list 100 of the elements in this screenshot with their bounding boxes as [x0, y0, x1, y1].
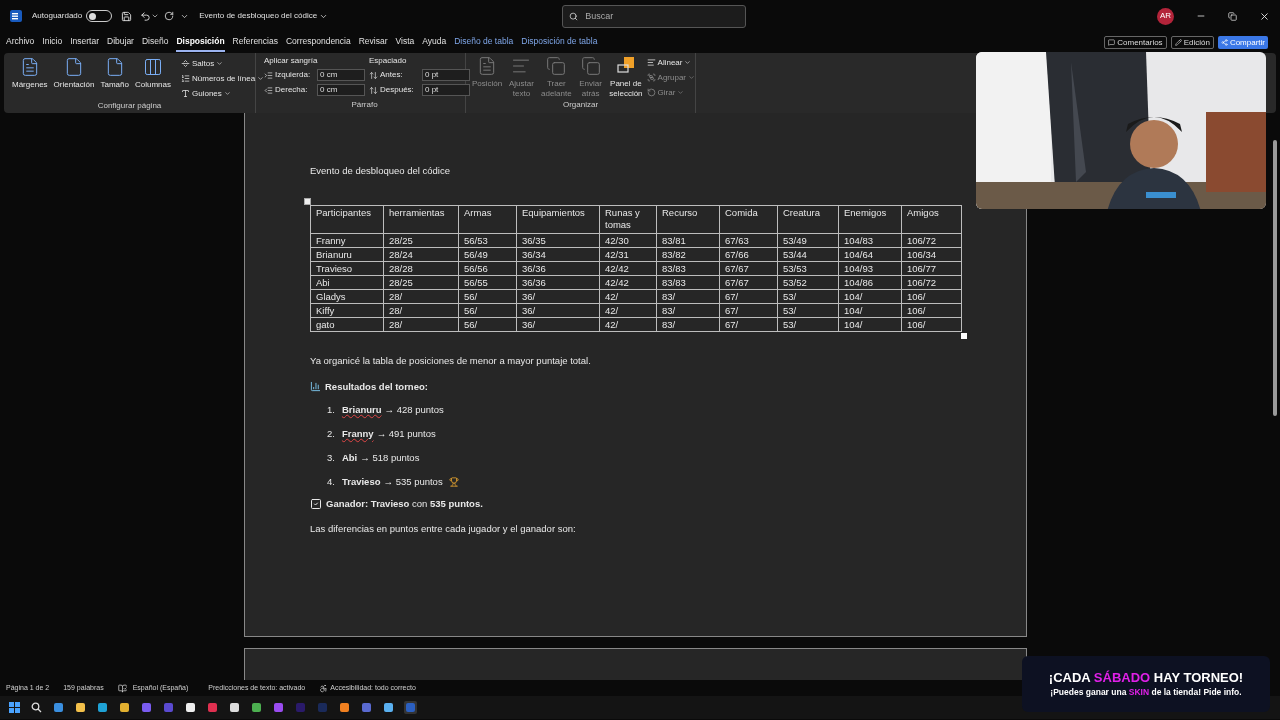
- table-cell: 56/: [458, 303, 517, 318]
- winner-line: Ganador: Travieso con 535 puntos.: [326, 496, 483, 511]
- table-cell: 104/83: [838, 233, 902, 248]
- paragraph: Las diferencias en puntos entre cada jugador y el ganador son:: [310, 522, 577, 536]
- field-label: Antes:: [380, 69, 404, 81]
- close-icon[interactable]: [1259, 10, 1270, 22]
- ribbon-button[interactable]: Alinear: [646, 56, 695, 69]
- scrollbar-thumb[interactable]: [1273, 140, 1277, 416]
- indent-icon: [264, 70, 273, 80]
- table-cell: Franny: [310, 233, 384, 248]
- ribbon-tab[interactable]: Vista: [395, 33, 415, 52]
- table-move-handle[interactable]: [304, 198, 311, 206]
- user-avatar[interactable]: AR: [1157, 7, 1174, 25]
- table-cell: 36/36: [516, 261, 600, 276]
- table-cell: 106/: [901, 303, 962, 318]
- table-cell: 28/25: [383, 233, 459, 248]
- caret-icon: [223, 90, 231, 97]
- table-cell: 36/: [516, 317, 600, 332]
- caret-icon: [216, 60, 224, 67]
- indent-icon: [369, 85, 378, 95]
- taskbar-app-icon[interactable]: [96, 701, 109, 714]
- restore-icon[interactable]: [1228, 11, 1237, 21]
- column-header: Runas y tomas: [599, 205, 657, 234]
- ribbon-tab[interactable]: Disposición de tabla: [521, 33, 598, 52]
- taskbar-app-icon[interactable]: [338, 701, 351, 714]
- ribbon-icon: [646, 58, 656, 67]
- ribbon-tab[interactable]: Disposición: [176, 33, 225, 52]
- table-cell: 104/: [838, 289, 902, 304]
- table-cell: 104/64: [838, 247, 902, 262]
- caret-icon: [257, 75, 265, 82]
- taskbar-app-icon[interactable]: [382, 701, 395, 714]
- table-cell: 56/: [458, 289, 517, 304]
- ribbon-icon: [181, 74, 190, 83]
- table-cell: 42/: [599, 289, 657, 304]
- column-header: herramientas: [383, 205, 459, 234]
- proofing-icon[interactable]: [117, 683, 127, 693]
- spin-field[interactable]: 0 pt: [422, 69, 470, 81]
- ribbon-button[interactable]: Números de línea: [181, 72, 265, 85]
- ribbon-tab[interactable]: Revisar: [358, 33, 388, 52]
- ribbon-button[interactable]: Márgenes: [12, 57, 48, 90]
- ribbon-tab[interactable]: Diseño de tabla: [454, 33, 514, 52]
- ribbon-tab[interactable]: Inicio: [42, 33, 63, 52]
- start-icon[interactable]: [8, 701, 21, 714]
- column-header: Recurso: [656, 205, 720, 234]
- table-cell: 56/56: [458, 261, 517, 276]
- taskbar-app-icon[interactable]: [228, 701, 241, 714]
- spin-field[interactable]: 0 cm: [317, 69, 365, 81]
- table-cell: 53/44: [777, 247, 839, 262]
- table-resize-handle[interactable]: [961, 333, 967, 340]
- document-title[interactable]: Evento de desbloqueo del códice: [199, 10, 329, 22]
- ribbon-button[interactable]: Columnas: [134, 57, 171, 90]
- ribbon-button[interactable]: Guiones: [181, 87, 265, 100]
- table-cell: 83/: [656, 303, 720, 318]
- table-cell: 36/36: [516, 275, 600, 290]
- column-header: Enemigos: [838, 205, 902, 234]
- field-label: Derecha:: [275, 84, 309, 96]
- ribbon-button[interactable]: Saltos: [181, 57, 265, 70]
- table-cell: 42/30: [599, 233, 657, 248]
- spin-field[interactable]: 0 cm: [317, 84, 365, 96]
- taskbar-app-icon[interactable]: [250, 701, 263, 714]
- taskbar-app-icon[interactable]: [184, 701, 197, 714]
- table-cell: Abi: [310, 275, 384, 290]
- taskbar-app-icon[interactable]: [74, 701, 87, 714]
- editing-button[interactable]: Edición: [1170, 36, 1214, 49]
- column-header: Participantes: [310, 205, 384, 234]
- table-cell: 106/: [901, 317, 962, 332]
- accessibility-icon[interactable]: [319, 683, 329, 693]
- ribbon-tab[interactable]: Diseño: [141, 33, 169, 52]
- comment-icon: [1108, 39, 1116, 46]
- table-cell: gato: [310, 317, 384, 332]
- table-cell: 28/25: [383, 275, 459, 290]
- ribbon-tab[interactable]: Dibujar: [107, 33, 134, 52]
- table-cell: 83/82: [656, 247, 720, 262]
- table-cell: 67/67: [719, 261, 778, 276]
- caret-icon[interactable]: [151, 12, 160, 20]
- spin-field[interactable]: 0 pt: [422, 84, 470, 96]
- field-label: Izquierda:: [275, 69, 312, 81]
- column-header: Armas: [458, 205, 517, 234]
- taskbar-app-icon[interactable]: [118, 701, 131, 714]
- undo-icon[interactable]: [140, 10, 152, 22]
- ribbon-tab[interactable]: Ayuda: [422, 33, 447, 52]
- table-cell: 28/: [383, 317, 459, 332]
- ribbon-tab[interactable]: Insertar: [70, 33, 99, 52]
- section-heading: Resultados del torneo:: [325, 379, 428, 394]
- ribbon-button[interactable]: Orientación: [53, 57, 95, 90]
- ribbon-tab[interactable]: Correspondencia: [285, 33, 351, 52]
- group-label: Organizar: [561, 99, 600, 111]
- ribbon-tab[interactable]: Archivo: [6, 33, 35, 52]
- ribbon-button[interactable]: Panel de selección: [609, 56, 643, 99]
- word-logo-icon[interactable]: [10, 10, 22, 22]
- save-icon[interactable]: [121, 10, 133, 22]
- ribbon-button[interactable]: Tamaño: [100, 57, 129, 90]
- column-header: Comida: [719, 205, 778, 234]
- ribbon-tab[interactable]: Referencias: [232, 33, 278, 52]
- search-field[interactable]: Buscar: [562, 4, 747, 28]
- table-cell: 56/53: [458, 233, 517, 248]
- comments-button[interactable]: Comentarios: [1104, 36, 1167, 49]
- search-icon[interactable]: [30, 701, 43, 714]
- share-button[interactable]: Compartir: [1217, 36, 1268, 49]
- redo-icon[interactable]: [164, 11, 175, 21]
